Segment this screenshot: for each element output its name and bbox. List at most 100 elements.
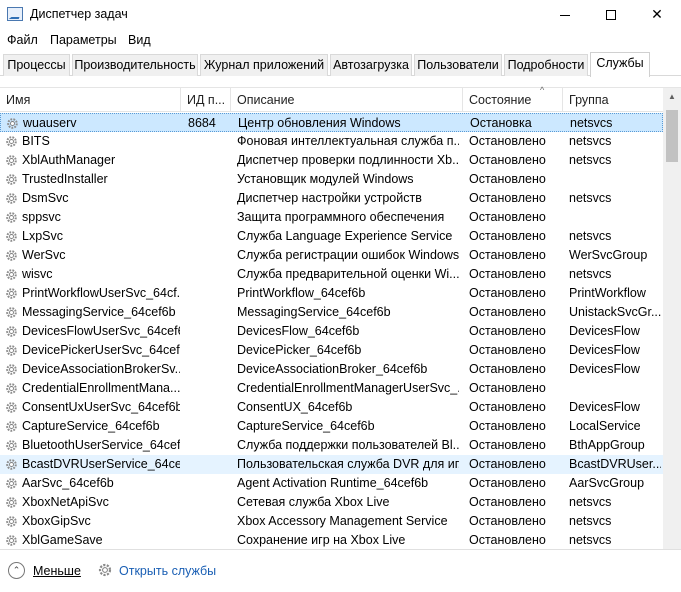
cell-name: WerSvc <box>22 248 66 262</box>
cell-description: Служба поддержки пользователей Bl... <box>237 438 459 452</box>
cell-name: XblGameSave <box>22 533 103 547</box>
scrollbar-thumb[interactable] <box>666 110 678 162</box>
table-row[interactable]: MessagingService_64cef6b MessagingService… <box>0 303 663 322</box>
column-header-pid[interactable]: ИД п... <box>181 88 231 112</box>
cell-name: BluetoothUserService_64cef... <box>22 438 180 452</box>
table-row[interactable]: DeviceAssociationBrokerSv... DeviceAssoci… <box>0 360 663 379</box>
cell-status: Остановлено <box>469 324 546 338</box>
gear-icon <box>6 421 17 432</box>
cell-group: BthAppGroup <box>569 438 645 452</box>
table-row[interactable]: DevicesFlowUserSvc_64cef6b DevicesFlow_64… <box>0 322 663 341</box>
column-header-status[interactable]: Состояние <box>463 88 563 112</box>
table-row[interactable]: XboxNetApiSvc Сетевая служба Xbox Live Ост… <box>0 493 663 512</box>
cell-status: Остановлено <box>469 343 546 357</box>
table-row[interactable]: BITS Фоновая интеллектуальная служба п...… <box>0 132 663 151</box>
tab-services[interactable]: Службы <box>590 52 650 77</box>
cell-status: Остановлено <box>469 286 546 300</box>
cell-name: LxpSvc <box>22 229 63 243</box>
column-header-description[interactable]: Описание <box>231 88 463 112</box>
cell-description: Сохранение игр на Xbox Live <box>237 533 406 547</box>
gear-icon <box>6 478 17 489</box>
menu-view[interactable]: Вид <box>128 33 151 47</box>
chevron-up-icon[interactable]: ⌃ <box>8 562 25 579</box>
table-row[interactable]: wuauserv 8684 Центр обновления Windows Оста… <box>0 113 663 132</box>
table-row[interactable]: XblAuthManager Диспетчер проверки подлинн… <box>0 151 663 170</box>
fewer-details-link[interactable]: Меньше <box>33 564 81 578</box>
cell-pid <box>187 493 227 512</box>
cell-name: DevicesFlowUserSvc_64cef6b <box>22 324 180 338</box>
cell-pid <box>187 322 227 341</box>
column-header-name[interactable]: Имя <box>0 88 181 112</box>
table-row[interactable]: TrustedInstaller Установщик модулей Windo… <box>0 170 663 189</box>
cell-group: netsvcs <box>569 514 612 528</box>
table-row[interactable]: WerSvc Служба регистрации ошибок Windows О… <box>0 246 663 265</box>
cell-status: Остановлено <box>469 362 546 376</box>
table-row[interactable]: CaptureService_64cef6b CaptureService_64c… <box>0 417 663 436</box>
gear-icon <box>6 269 17 280</box>
gear-icon <box>6 193 17 204</box>
minimize-button[interactable] <box>542 0 588 30</box>
maximize-button[interactable] <box>588 0 634 30</box>
cell-group: netsvcs <box>569 229 612 243</box>
table-row[interactable]: LxpSvc Служба Language Experience Service… <box>0 227 663 246</box>
cell-group: DevicesFlow <box>569 343 640 357</box>
cell-name: CredentialEnrollmentMana... <box>22 381 180 395</box>
tab-performance[interactable]: Производительность <box>72 54 198 76</box>
gear-icon <box>6 326 17 337</box>
table-row[interactable]: XboxGipSvc Xbox Accessory Management Serv… <box>0 512 663 531</box>
table-row[interactable]: PrintWorkflowUserSvc_64cf... PrintWorkflo… <box>0 284 663 303</box>
table-row[interactable]: DevicePickerUserSvc_64cef6b DevicePicker_… <box>0 341 663 360</box>
column-header-group[interactable]: Группа <box>563 88 663 112</box>
cell-name: sppsvc <box>22 210 61 224</box>
tab-users[interactable]: Пользователи <box>414 54 502 76</box>
cell-description: DeviceAssociationBroker_64cef6b <box>237 362 428 376</box>
table-row[interactable]: BluetoothUserService_64cef... Служба подд… <box>0 436 663 455</box>
cell-name: ConsentUxUserSvc_64cef6b <box>22 400 180 414</box>
cell-group: LocalService <box>569 419 641 433</box>
cell-group <box>569 208 661 227</box>
open-services-link[interactable]: Открыть службы <box>119 564 216 578</box>
table-body: wuauserv 8684 Центр обновления Windows Оста… <box>0 113 663 550</box>
cell-name: DsmSvc <box>22 191 69 205</box>
sort-ascending-icon: ^ <box>540 85 545 95</box>
close-button[interactable]: ✕ <box>634 0 680 30</box>
table-row[interactable]: ConsentUxUserSvc_64cef6b ConsentUX_64cef6… <box>0 398 663 417</box>
cell-group <box>569 170 661 189</box>
cell-name: XblAuthManager <box>22 153 116 167</box>
cell-description: Служба Language Experience Service <box>237 229 453 243</box>
table-header: Имя ИД п... Описание Состояние Группа ^ <box>0 85 663 112</box>
scroll-up-arrow-icon[interactable]: ▲ <box>663 88 681 105</box>
tab-app-history[interactable]: Журнал приложений <box>200 54 328 76</box>
cell-name: wuauserv <box>23 116 77 130</box>
tab-details[interactable]: Подробности <box>504 54 588 76</box>
table-row[interactable]: sppsvc Защита программного обеспечения Ост… <box>0 208 663 227</box>
table-row[interactable]: BcastDVRUserService_64cef... Пользователь… <box>0 455 663 474</box>
tab-processes[interactable]: Процессы <box>3 54 70 76</box>
cell-group: netsvcs <box>569 191 612 205</box>
cell-description: MessagingService_64cef6b <box>237 305 391 319</box>
cell-status: Остановлено <box>469 495 546 509</box>
gear-icon <box>7 118 18 129</box>
vertical-scrollbar[interactable]: ▲ <box>663 88 681 550</box>
tab-startup[interactable]: Автозагрузка <box>330 54 412 76</box>
cell-description: PrintWorkflow_64cef6b <box>237 286 366 300</box>
cell-pid <box>187 341 227 360</box>
menu-options[interactable]: Параметры <box>50 33 117 47</box>
menu-bar: Файл Параметры Вид <box>0 30 681 52</box>
gear-icon <box>98 563 112 577</box>
table-row[interactable]: AarSvc_64cef6b Agent Activation Runtime_6… <box>0 474 663 493</box>
table-row[interactable]: CredentialEnrollmentMana... CredentialEnr… <box>0 379 663 398</box>
gear-icon <box>6 440 17 451</box>
cell-group: DevicesFlow <box>569 400 640 414</box>
table-row[interactable]: XblGameSave Сохранение игр на Xbox Live Ос… <box>0 531 663 550</box>
cell-group: AarSvcGroup <box>569 476 645 490</box>
table-row[interactable]: wisvc Служба предварительной оценки Wi...… <box>0 265 663 284</box>
cell-group: netsvcs <box>569 495 612 509</box>
cell-status: Остановлено <box>469 457 546 471</box>
menu-file[interactable]: Файл <box>7 33 38 47</box>
table-row[interactable]: DsmSvc Диспетчер настройки устройств Остан… <box>0 189 663 208</box>
cell-description: CaptureService_64cef6b <box>237 419 375 433</box>
cell-group: PrintWorkflow <box>569 286 646 300</box>
gear-icon <box>6 155 17 166</box>
gear-icon <box>6 364 17 375</box>
